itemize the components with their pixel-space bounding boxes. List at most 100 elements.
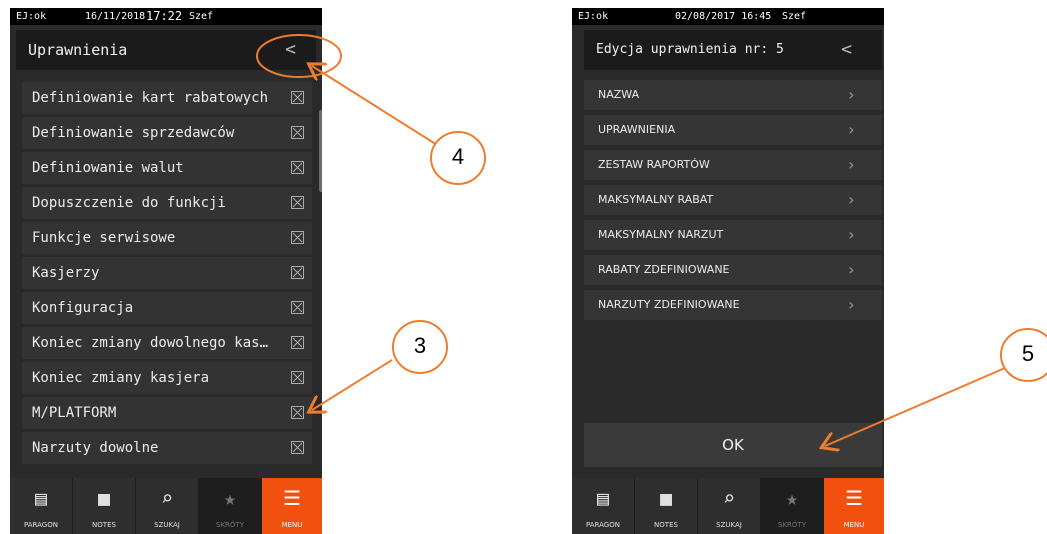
menu-icon: ☰ [283, 486, 301, 510]
nav-label: SKRÓTY [778, 521, 806, 529]
nav-notes-button[interactable]: ■ NOTES [73, 478, 135, 534]
nav-notes-button[interactable]: ■ NOTES [635, 478, 697, 534]
bottom-nav: ▤ PARAGON ■ NOTES ⌕ SZUKAJ ★ SKRÓTY ☰ MENU [572, 478, 884, 534]
permission-label: Konfiguracja [32, 300, 134, 316]
scrollbar[interactable] [319, 110, 322, 192]
back-button[interactable]: < [285, 30, 296, 70]
checkbox-icon[interactable] [291, 336, 304, 349]
nav-menu-button[interactable]: ☰ MENU [262, 478, 322, 534]
bottom-nav: ▤ PARAGON ■ NOTES ⌕ SZUKAJ ★ SKRÓTY ☰ MENU [10, 478, 322, 534]
star-icon: ★ [223, 486, 237, 510]
ok-button[interactable]: OK [584, 423, 882, 467]
permission-label: Kasjerzy [32, 265, 100, 281]
nav-label: NOTES [92, 521, 116, 529]
nav-label: PARAGON [24, 521, 58, 529]
nav-paragon-button[interactable]: ▤ PARAGON [572, 478, 634, 534]
menu-item[interactable]: RABATY ZDEFINIOWANE › [584, 255, 882, 285]
nav-skróty-button[interactable]: ★ SKRÓTY [761, 478, 823, 534]
permission-label: Definiowanie walut [32, 160, 184, 176]
menu-item[interactable]: MAKSYMALNY RABAT › [584, 185, 882, 215]
permission-label: Dopuszczenie do funkcji [32, 195, 226, 211]
receipt-icon: ▤ [596, 486, 610, 510]
permission-item[interactable]: Narzuty dowolne [22, 432, 312, 464]
checkbox-icon[interactable] [291, 371, 304, 384]
checkbox-icon[interactable] [291, 406, 304, 419]
permission-item[interactable]: Dopuszczenie do funkcji [22, 187, 312, 219]
permission-label: Definiowanie sprzedawców [32, 125, 235, 141]
notes-icon: ■ [97, 486, 111, 510]
nav-szukaj-button[interactable]: ⌕ SZUKAJ [136, 478, 198, 534]
search-icon: ⌕ [160, 486, 174, 510]
nav-paragon-button[interactable]: ▤ PARAGON [10, 478, 72, 534]
nav-label: MENU [281, 521, 303, 529]
menu-item[interactable]: ZESTAW RAPORTÓW › [584, 150, 882, 180]
menu-item[interactable]: UPRAWNIENIA › [584, 115, 882, 145]
status-user: Szef [189, 11, 214, 22]
chevron-right-icon: › [846, 120, 856, 139]
status-time: 17:22 [146, 9, 183, 23]
page-title: Edycja uprawnienia nr: 5 [596, 42, 784, 57]
checkbox-icon[interactable] [291, 231, 304, 244]
right-device-screen: EJ:ok 02/08/2017 16:45 Szef Edycja upraw… [572, 8, 884, 534]
nav-label: SZUKAJ [716, 521, 742, 529]
checkbox-icon[interactable] [291, 196, 304, 209]
permission-item[interactable]: Definiowanie kart rabatowych [22, 82, 312, 114]
menu-item[interactable]: NAZWA › [584, 80, 882, 110]
menu-item-label: NARZUTY ZDEFINIOWANE [598, 298, 740, 311]
permission-item[interactable]: Kasjerzy [22, 257, 312, 289]
status-datetime: 02/08/2017 16:45 [675, 11, 772, 22]
checkbox-icon[interactable] [291, 161, 304, 174]
arrow-3 [312, 359, 393, 410]
left-device-screen: EJ:ok 16/11/2018 17:22 Szef Uprawnienia … [10, 8, 322, 534]
checkbox-icon[interactable] [291, 266, 304, 279]
menu-item-label: NAZWA [598, 88, 640, 101]
menu-item-label: ZESTAW RAPORTÓW [598, 158, 710, 171]
status-bar: EJ:ok 02/08/2017 16:45 Szef [572, 8, 884, 25]
checkbox-icon[interactable] [291, 441, 304, 454]
chevron-right-icon: › [846, 225, 856, 244]
nav-szukaj-button[interactable]: ⌕ SZUKAJ [698, 478, 760, 534]
star-icon: ★ [785, 486, 799, 510]
menu-item-label: UPRAWNIENIA [598, 123, 676, 136]
menu-icon: ☰ [845, 486, 863, 510]
menu-item-label: MAKSYMALNY NARZUT [598, 228, 724, 241]
chevron-right-icon: › [846, 260, 856, 279]
permission-label: Narzuty dowolne [32, 440, 159, 456]
nav-skróty-button[interactable]: ★ SKRÓTY [199, 478, 261, 534]
permission-item[interactable]: Definiowanie sprzedawców [22, 117, 312, 149]
arrow-4 [312, 66, 446, 151]
nav-label: SKRÓTY [216, 521, 244, 529]
nav-menu-button[interactable]: ☰ MENU [824, 478, 884, 534]
permission-label: M/PLATFORM [32, 405, 117, 421]
checkbox-icon[interactable] [291, 126, 304, 139]
nav-label: MENU [843, 521, 865, 529]
ej-status: EJ:ok [578, 11, 609, 22]
permission-item[interactable]: Definiowanie walut [22, 152, 312, 184]
search-icon: ⌕ [722, 486, 736, 510]
menu-item[interactable]: MAKSYMALNY NARZUT › [584, 220, 882, 250]
menu-item[interactable]: NARZUTY ZDEFINIOWANE › [584, 290, 882, 320]
status-user: Szef [782, 11, 807, 22]
nav-label: PARAGON [586, 521, 620, 529]
chevron-right-icon: › [846, 190, 856, 209]
permission-item[interactable]: Konfiguracja [22, 292, 312, 324]
menu-item-label: MAKSYMALNY RABAT [598, 193, 714, 206]
chevron-right-icon: › [846, 85, 856, 104]
permission-item[interactable]: Koniec zmiany kasjera [22, 362, 312, 394]
receipt-icon: ▤ [34, 486, 48, 510]
nav-label: NOTES [654, 521, 678, 529]
permission-label: Koniec zmiany kasjera [32, 370, 210, 386]
callout-4: 4 [451, 144, 465, 169]
status-bar: EJ:ok 16/11/2018 17:22 Szef [10, 8, 322, 25]
status-date: 16/11/2018 [85, 11, 146, 22]
notes-icon: ■ [659, 486, 673, 510]
checkbox-icon[interactable] [291, 301, 304, 314]
chevron-right-icon: › [846, 295, 856, 314]
page-title: Uprawnienia [28, 41, 128, 59]
permission-item[interactable]: Funkcje serwisowe [22, 222, 312, 254]
permission-label: Funkcje serwisowe [32, 230, 176, 246]
permission-item[interactable]: M/PLATFORM [22, 397, 312, 429]
checkbox-icon[interactable] [291, 91, 304, 104]
back-button[interactable]: < [841, 30, 852, 70]
permission-item[interactable]: Koniec zmiany dowolnego kas… [22, 327, 312, 359]
